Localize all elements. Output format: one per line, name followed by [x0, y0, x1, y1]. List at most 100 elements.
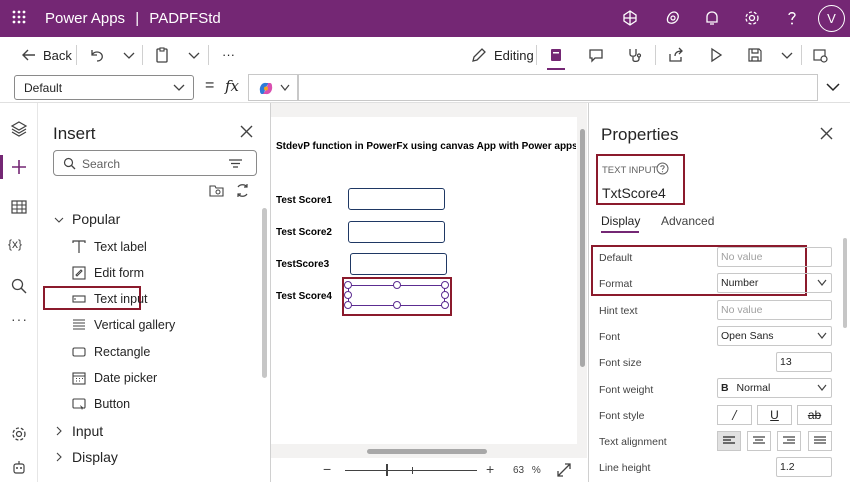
canvas-heading[interactable]: StdevP function in PowerFx using canvas … — [276, 141, 576, 152]
resize-handle[interactable] — [393, 301, 401, 309]
publish-icon[interactable] — [811, 46, 829, 64]
group-input[interactable]: Input — [72, 423, 103, 439]
txt-score1-input[interactable] — [348, 188, 445, 210]
zoom-slider-thumb[interactable] — [386, 464, 388, 476]
save-icon[interactable] — [746, 46, 764, 64]
tree-view-layers-icon[interactable] — [10, 120, 28, 138]
data-table-icon[interactable] — [10, 198, 28, 216]
help-icon[interactable] — [783, 9, 801, 27]
resize-handle[interactable] — [393, 281, 401, 289]
insert-scrollbar[interactable] — [262, 208, 267, 378]
txt-score4-input[interactable] — [344, 281, 449, 309]
control-name[interactable]: TxtScore4 — [602, 185, 666, 201]
zoom-in-icon[interactable]: + — [486, 461, 494, 477]
insert-item-date-picker[interactable]: Date picker — [72, 368, 252, 390]
avatar[interactable]: V — [818, 5, 845, 32]
close-icon[interactable] — [240, 125, 253, 138]
resize-handle[interactable] — [441, 301, 449, 309]
variables-icon[interactable]: {x} — [8, 237, 22, 251]
label-test-score1[interactable]: Test Score1 — [276, 195, 332, 206]
format-dropdown[interactable]: Number — [717, 273, 832, 293]
tab-display[interactable]: Display — [601, 214, 640, 228]
group-popular[interactable]: Popular — [72, 211, 120, 227]
undo-icon[interactable] — [88, 46, 106, 64]
resize-handle[interactable] — [344, 301, 352, 309]
font-size-field[interactable]: 13 — [776, 352, 832, 372]
chevron-down-icon[interactable] — [120, 46, 138, 64]
insert-item-vertical-gallery[interactable]: Vertical gallery — [72, 315, 252, 337]
strikethrough-button[interactable]: ab — [797, 405, 832, 425]
properties-scrollbar[interactable] — [843, 238, 847, 328]
play-icon[interactable] — [707, 46, 725, 64]
resize-handle[interactable] — [344, 281, 352, 289]
formula-input[interactable] — [298, 74, 818, 101]
paste-icon[interactable] — [153, 46, 171, 64]
back-button[interactable]: Back — [43, 48, 72, 63]
refresh-icon[interactable] — [235, 183, 250, 198]
align-right-button[interactable] — [777, 431, 801, 451]
property-dropdown[interactable]: Default — [14, 75, 194, 100]
txt-score3-input[interactable] — [350, 253, 447, 275]
underline-button[interactable]: U — [757, 405, 792, 425]
align-center-button[interactable] — [747, 431, 771, 451]
italic-button[interactable]: / — [717, 405, 752, 425]
zoom-out-icon[interactable]: − — [323, 461, 331, 477]
more-options-button[interactable]: ··· — [222, 47, 235, 62]
label-test-score4[interactable]: Test Score4 — [276, 291, 332, 302]
app-screen[interactable]: StdevP function in PowerFx using canvas … — [271, 117, 577, 444]
hint-text-field[interactable]: No value — [717, 300, 832, 320]
filter-icon[interactable] — [229, 159, 242, 168]
comment-icon[interactable] — [587, 46, 605, 64]
insert-item-edit-form[interactable]: Edit form — [72, 263, 252, 285]
insert-item-rectangle[interactable]: Rectangle — [72, 342, 252, 364]
group-display[interactable]: Display — [72, 449, 118, 465]
tab-advanced[interactable]: Advanced — [661, 214, 714, 228]
zoom-slider[interactable] — [345, 470, 477, 471]
font-weight-dropdown[interactable]: B Normal — [717, 378, 832, 398]
canvas-vertical-scrollbar[interactable] — [580, 129, 585, 367]
chevron-right-icon[interactable] — [54, 451, 64, 465]
app-checker-icon[interactable] — [547, 46, 565, 64]
copilot-formula-button[interactable] — [248, 74, 298, 101]
help-icon[interactable] — [656, 162, 669, 175]
pencil-icon[interactable] — [470, 46, 488, 64]
app-file-name[interactable]: PADPFStd — [149, 10, 220, 27]
chevron-down-icon[interactable] — [54, 214, 64, 224]
canvas-horizontal-scrollbar[interactable] — [367, 449, 487, 454]
font-dropdown[interactable]: Open Sans — [717, 326, 832, 346]
close-icon[interactable] — [820, 127, 833, 140]
environment-icon[interactable] — [621, 9, 639, 27]
insert-item-button[interactable]: Button — [72, 394, 252, 416]
default-field[interactable]: No value — [717, 247, 832, 267]
txt-score2-input[interactable] — [348, 221, 445, 243]
resize-handle[interactable] — [344, 291, 352, 299]
gear-icon[interactable] — [10, 425, 28, 443]
bell-icon[interactable] — [703, 9, 721, 27]
insert-item-text-input[interactable]: Text input — [72, 289, 252, 311]
plus-icon[interactable] — [10, 158, 28, 176]
search-icon[interactable] — [10, 277, 28, 295]
label-test-score2[interactable]: Test Score2 — [276, 227, 332, 238]
app-launcher-icon[interactable] — [12, 10, 26, 24]
more-tools-icon[interactable]: ··· — [11, 311, 28, 327]
fx-icon[interactable]: fx — [225, 77, 239, 95]
resize-handle[interactable] — [441, 281, 449, 289]
gear-icon[interactable] — [743, 9, 761, 27]
resize-handle[interactable] — [441, 291, 449, 299]
align-justify-button[interactable] — [808, 431, 832, 451]
virtual-agent-icon[interactable] — [10, 459, 28, 477]
folder-search-icon[interactable] — [209, 184, 225, 198]
search-input[interactable]: Search — [53, 150, 257, 176]
share-icon[interactable] — [667, 46, 685, 64]
chevron-down-icon[interactable] — [185, 46, 203, 64]
editing-status[interactable]: Editing — [494, 48, 534, 63]
chevron-down-icon[interactable] — [778, 46, 796, 64]
label-test-score3[interactable]: TestScore3 — [276, 259, 329, 270]
insert-item-text-label[interactable]: Text label — [72, 237, 252, 259]
copilot-icon[interactable] — [664, 9, 682, 27]
expand-formula-chevron-icon[interactable] — [826, 82, 840, 92]
line-height-field[interactable]: 1.2 — [776, 457, 832, 477]
stethoscope-icon[interactable] — [626, 46, 644, 64]
align-left-button[interactable] — [717, 431, 741, 451]
back-arrow-icon[interactable] — [20, 46, 38, 64]
